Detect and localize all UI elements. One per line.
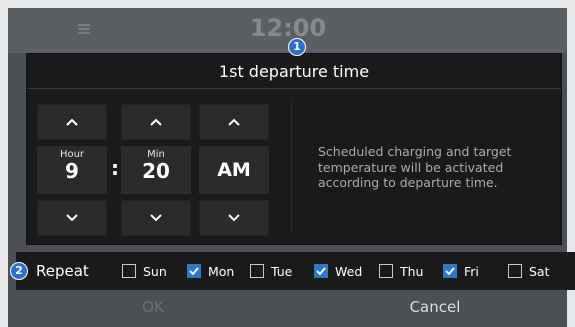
day-fri[interactable]: Fri [443, 252, 479, 290]
hour-value-box[interactable]: Hour 9 [37, 146, 107, 194]
checkbox-checked-icon[interactable] [314, 264, 328, 278]
checkbox-checked-icon[interactable] [443, 264, 457, 278]
callout-marker-2: 2 [10, 262, 28, 280]
departure-time-dialog: 1st departure time Hour 9 : Min 20 AM Sc… [27, 54, 561, 244]
hour-up-button[interactable] [37, 104, 107, 140]
day-label: Fri [464, 263, 479, 279]
background-clock: 12:00 [249, 14, 327, 42]
day-label: Sun [143, 263, 167, 279]
hour-label: Hour [59, 149, 85, 160]
ok-button[interactable]: OK [88, 292, 218, 322]
hour-column: Hour 9 [37, 104, 107, 236]
period-up-button[interactable] [199, 104, 269, 140]
day-label: Mon [208, 263, 235, 279]
minute-value-box[interactable]: Min 20 [121, 146, 191, 194]
period-down-button[interactable] [199, 200, 269, 236]
chevron-down-icon [66, 214, 78, 222]
day-label: Wed [335, 263, 363, 279]
checkbox-icon[interactable] [250, 264, 264, 278]
chevron-up-icon [66, 118, 78, 126]
period-value: AM [217, 159, 251, 181]
info-text: Scheduled charging and target temperatur… [318, 144, 512, 190]
period-value-box[interactable]: AM [199, 146, 269, 194]
chevron-up-icon [150, 118, 162, 126]
menu-icon [78, 24, 90, 34]
minute-value: 20 [142, 159, 170, 183]
day-tue[interactable]: Tue [250, 252, 292, 290]
checkbox-icon[interactable] [508, 264, 522, 278]
checkbox-icon[interactable] [122, 264, 136, 278]
divider [291, 98, 292, 234]
time-separator: : [111, 156, 119, 180]
callout-marker-1: 1 [288, 38, 306, 56]
day-wed[interactable]: Wed [314, 252, 362, 290]
dialog-title: 1st departure time [27, 54, 561, 89]
chevron-down-icon [150, 214, 162, 222]
checkbox-checked-icon[interactable] [187, 264, 201, 278]
day-label: Thu [400, 263, 424, 279]
minute-up-button[interactable] [121, 104, 191, 140]
day-sat[interactable]: Sat [508, 252, 550, 290]
repeat-bar: Repeat Sun Mon Tue Wed Thu Fri Sat [16, 252, 575, 290]
day-thu[interactable]: Thu [379, 252, 423, 290]
day-label: Sat [529, 263, 550, 279]
hour-down-button[interactable] [37, 200, 107, 236]
minute-column: Min 20 [121, 104, 191, 236]
minute-label: Min [147, 149, 165, 160]
day-sun[interactable]: Sun [122, 252, 167, 290]
chevron-up-icon [228, 118, 240, 126]
day-label: Tue [271, 263, 293, 279]
repeat-label: Repeat [36, 262, 89, 280]
day-mon[interactable]: Mon [187, 252, 234, 290]
checkbox-icon[interactable] [379, 264, 393, 278]
minute-down-button[interactable] [121, 200, 191, 236]
period-column: AM [199, 104, 269, 236]
hour-value: 9 [65, 159, 79, 183]
cancel-button[interactable]: Cancel [350, 292, 520, 322]
chevron-down-icon [228, 214, 240, 222]
